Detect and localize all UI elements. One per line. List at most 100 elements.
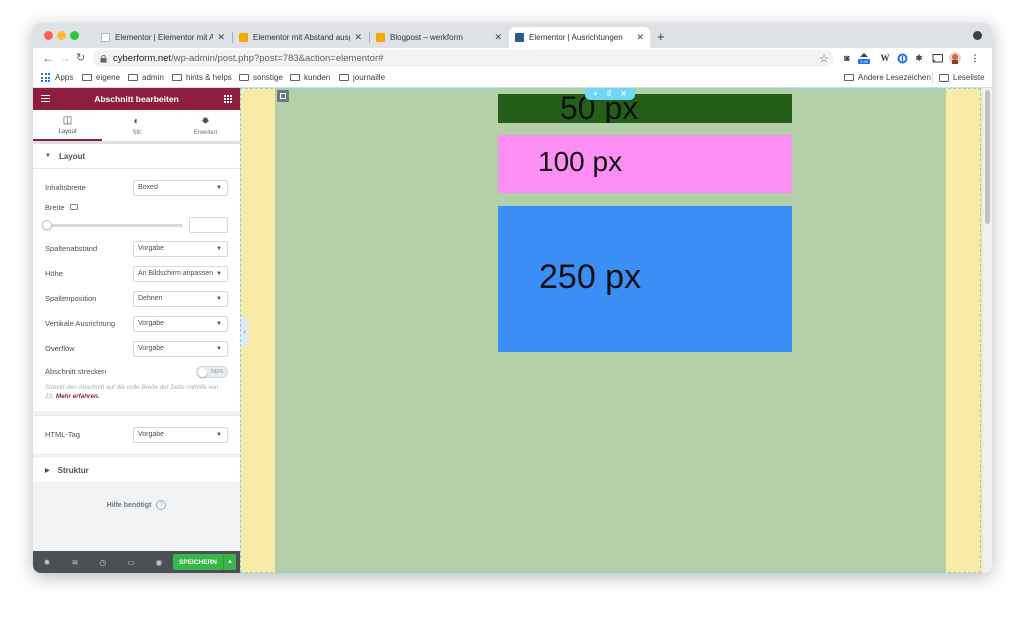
hoehe-select[interactable]: An Bildschirm anpassen ▼ [133, 265, 228, 282]
bookmark-folder[interactable]: admin [128, 73, 164, 82]
delete-section-icon[interactable]: ✕ [621, 90, 627, 98]
svg-text:2.39: 2.39 [860, 59, 869, 64]
bookmark-star-icon[interactable]: ☆ [819, 52, 829, 65]
hamburger-menu-icon[interactable] [41, 95, 50, 102]
reload-icon[interactable]: ↻ [76, 51, 85, 64]
save-button[interactable]: SPEICHERN [173, 554, 223, 570]
question-mark-icon: ? [156, 500, 167, 510]
tab-stil[interactable]: ◐ Stil [102, 110, 171, 141]
preview-eye-icon[interactable]: ◉ [145, 558, 173, 567]
browser-tab-active[interactable]: Elementor | Ausrichtungen ✕ [509, 27, 650, 48]
cast-icon[interactable] [931, 52, 943, 64]
close-tab-icon[interactable]: ✕ [494, 32, 502, 43]
page-section[interactable]: 50 px 100 px 250 px [275, 88, 946, 573]
scrollbar-thumb[interactable] [985, 90, 990, 224]
minimize-window-button[interactable] [57, 31, 66, 40]
collapse-panel-handle[interactable]: ‹ [240, 317, 249, 347]
mehr-erfahren-link[interactable]: Mehr erfahren. [56, 393, 100, 400]
close-tab-icon[interactable]: ✕ [354, 32, 362, 43]
column-edit-handle[interactable] [277, 90, 289, 102]
reading-list-icon [939, 73, 949, 82]
caret-down-icon: ▼ [45, 153, 51, 159]
spaltenabstand-select[interactable]: Vorgabe ▼ [133, 240, 228, 257]
lock-icon [100, 54, 107, 62]
overflow-select[interactable]: Vorgabe ▼ [133, 340, 228, 357]
navigator-layers-icon[interactable]: ≋ [61, 558, 89, 567]
reading-list[interactable]: Leseliste [939, 73, 985, 82]
folder-icon [172, 74, 182, 81]
help-link[interactable]: Hilfe benötigt ? [33, 500, 240, 510]
folder-icon [128, 74, 138, 81]
html-tag-select[interactable]: Vorgabe ▼ [133, 426, 228, 443]
responsive-mode-icon[interactable]: ▭ [117, 558, 145, 567]
folder-icon [239, 74, 249, 81]
back-icon[interactable]: ← [42, 51, 54, 65]
tab-erweitert[interactable]: ✹ Erweitert [171, 110, 240, 141]
inhaltsbreite-select[interactable]: Boxed ▼ [133, 179, 228, 196]
drag-handle-icon[interactable]: ⠿ [607, 90, 612, 98]
save-options-button[interactable]: ▲ [223, 554, 236, 570]
folder-icon [82, 74, 92, 81]
section-layout-header[interactable]: ▼ Layout [33, 144, 240, 168]
dropdown-arrow-icon: ▼ [216, 295, 222, 302]
widgets-grid-icon[interactable] [224, 95, 232, 103]
w-extension-icon[interactable]: W [879, 52, 891, 64]
folder-icon [290, 74, 300, 81]
close-tab-icon[interactable]: ✕ [217, 32, 225, 43]
other-bookmarks[interactable]: Andere Lesezeichen [844, 73, 931, 82]
spaltenposition-select[interactable]: Dehnen ▼ [133, 290, 228, 307]
browser-tab[interactable]: Elementor mit Abstand ausgeri ✕ [233, 27, 368, 48]
box-250px[interactable]: 250 px [498, 206, 792, 352]
tab-title: Elementor mit Abstand ausgeri [253, 33, 350, 42]
extension-badge-icon[interactable]: 2.39 [857, 52, 871, 64]
camera-icon[interactable]: ◙ [841, 52, 853, 64]
vertikale-ausrichtung-select[interactable]: Vorgabe ▼ [133, 315, 228, 332]
box-100px[interactable]: 100 px [498, 135, 792, 193]
url-path: /wp-admin/post.php?post=783&action=eleme… [171, 53, 384, 64]
layout-icon: ◫ [62, 114, 73, 126]
new-tab-button[interactable]: + [657, 29, 665, 44]
breite-slider[interactable] [42, 219, 183, 230]
close-window-button[interactable] [44, 31, 53, 40]
section-struktur-header[interactable]: ▶ Struktur [33, 458, 240, 482]
control-html-tag: HTML-Tag Vorgabe ▼ [45, 422, 228, 447]
section-handle[interactable]: + ⠿ ✕ [585, 88, 635, 100]
settings-icon[interactable]: ✹ [33, 558, 61, 567]
breite-number-input[interactable] [189, 217, 228, 233]
panel-title: Abschnitt bearbeiten [94, 94, 179, 104]
editor-canvas: ‹ 50 px 100 px 250 px + ⠿ ✕ [240, 88, 992, 573]
tab-layout[interactable]: ◫ Layout [33, 110, 102, 141]
strecken-toggle[interactable]: NEIN [196, 365, 228, 378]
address-bar[interactable]: cyberform.net/wp-admin/post.php?post=783… [92, 50, 834, 67]
bookmark-folder[interactable]: sonstige [239, 73, 283, 82]
desktop-monitor-icon[interactable] [69, 204, 78, 210]
dropdown-arrow-icon: ▼ [216, 320, 222, 327]
close-tab-icon[interactable]: ✕ [636, 32, 644, 43]
onepassword-icon[interactable] [896, 52, 908, 64]
add-section-icon[interactable]: + [593, 91, 597, 98]
history-icon[interactable]: ◷ [89, 558, 117, 567]
slider-knob[interactable] [42, 219, 52, 230]
tab-search-icon[interactable] [973, 31, 982, 40]
browser-tab[interactable]: Blogpost – werkform ✕ [370, 27, 508, 48]
bookmark-folder[interactable]: hints & helps [172, 73, 232, 82]
browser-menu-icon[interactable]: ⋮ [969, 52, 981, 64]
forward-icon[interactable]: → [59, 51, 71, 65]
bookmark-folder[interactable]: journaille [339, 73, 385, 82]
dropdown-arrow-icon: ▼ [216, 270, 222, 277]
bookmark-folder[interactable]: kunden [290, 73, 330, 82]
strecken-description: Streckt den Abschnitt auf die volle Brei… [45, 384, 219, 400]
caret-right-icon: ▶ [45, 467, 50, 474]
style-icon: ◐ [133, 115, 140, 127]
browser-tab[interactable]: Elementor | Elementor mit Abst ✕ [95, 27, 231, 48]
maximize-window-button[interactable] [70, 31, 79, 40]
dropdown-arrow-icon: ▼ [216, 245, 222, 252]
puzzle-extensions-icon[interactable]: ✱ [913, 52, 925, 64]
bookmark-apps[interactable]: Apps [41, 73, 73, 82]
tab-favicon-icon [239, 33, 248, 42]
box-50px[interactable]: 50 px [498, 94, 792, 123]
canvas-scrollbar[interactable] [983, 88, 992, 573]
tab-bar: Elementor | Elementor mit Abst ✕ Element… [33, 23, 992, 48]
bookmark-folder[interactable]: eigene [82, 73, 120, 82]
profile-avatar[interactable] [949, 52, 961, 64]
